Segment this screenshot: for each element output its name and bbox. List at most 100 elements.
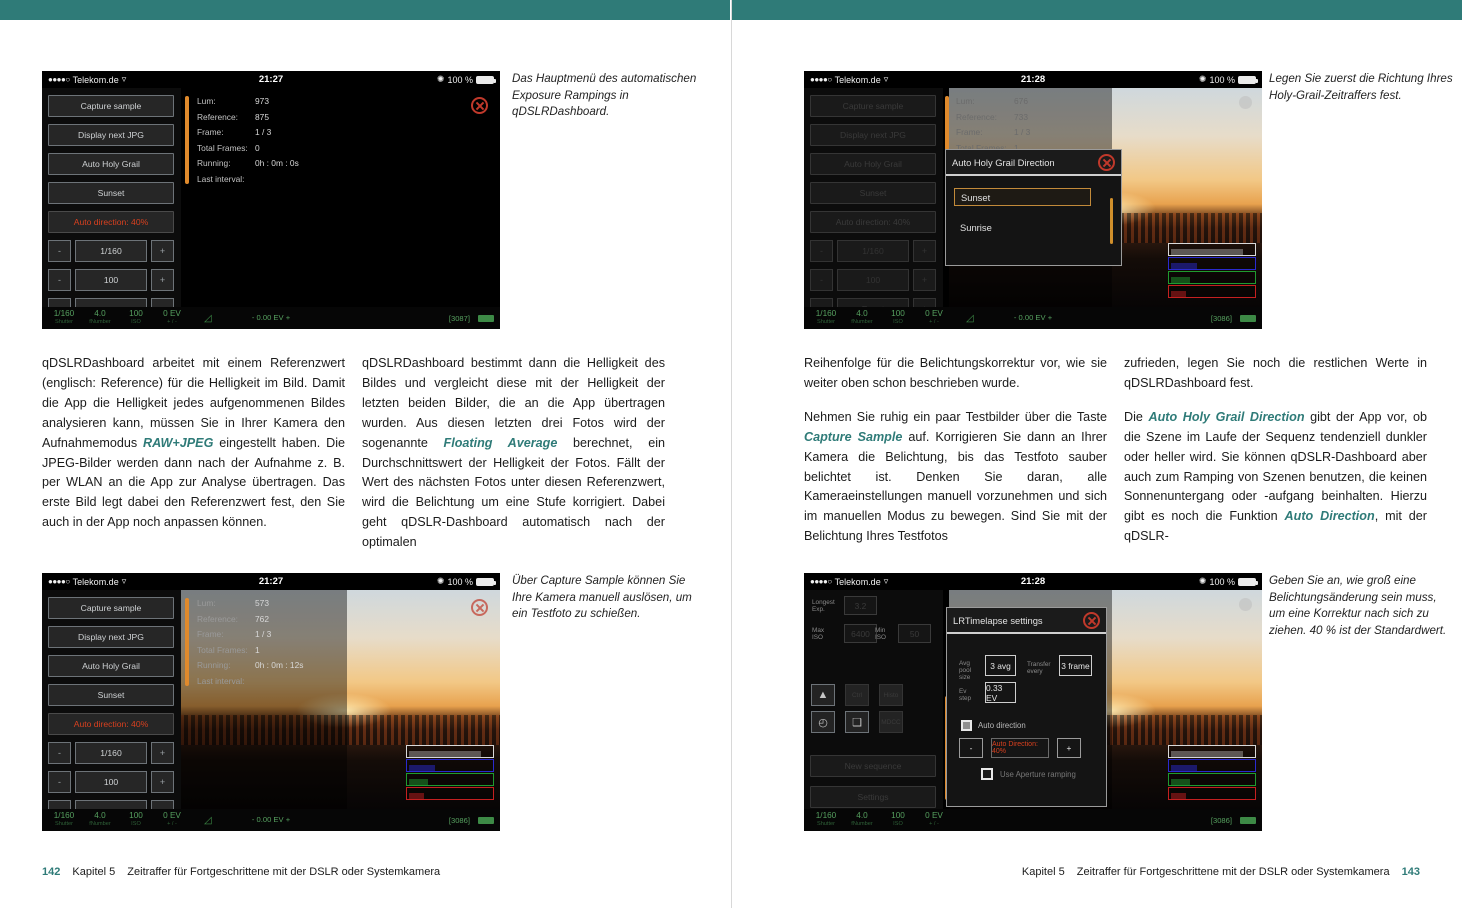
ctrl-icon[interactable]: Ctrl — [845, 684, 869, 706]
auto-holy-grail-button[interactable]: Auto Holy Grail — [810, 153, 936, 175]
page-number: 142 — [42, 866, 61, 878]
body-column-right-2: zufrieden, legen Sie noch die restlichen… — [1124, 354, 1427, 547]
aperture-ramping-checkbox[interactable] — [981, 768, 993, 780]
iso-value[interactable]: 100 — [75, 771, 147, 793]
dialog-body: Sunset Sunrise — [946, 188, 1121, 276]
display-next-jpg-button[interactable]: Display next JPG — [48, 626, 174, 648]
auto-holy-grail-button[interactable]: Auto Holy Grail — [48, 153, 174, 175]
capture-sample-button[interactable]: Capture sample — [48, 597, 174, 619]
copy-icon[interactable]: ❑ — [845, 711, 869, 733]
direction-minus-button[interactable]: - — [959, 738, 983, 758]
iso-minus-button[interactable]: - — [810, 269, 833, 291]
option-sunrise[interactable]: Sunrise — [954, 218, 1113, 236]
cam-ev: 0 EV + / - — [154, 309, 190, 327]
phone-status-bar: ●●●●○ Telekom.de ▿ 21:27 ✺ 100 % — [42, 573, 500, 590]
option-sunset[interactable]: Sunset — [954, 188, 1091, 206]
top-accent-band — [0, 0, 730, 20]
page-right: ●●●●○ Telekom.de ▿ 21:28 ✺ 100 % Capture… — [731, 0, 1462, 908]
iso-value[interactable]: 100 — [75, 269, 147, 291]
cam-iso: 100 ISO — [118, 811, 154, 829]
readout-value: 973 — [255, 96, 269, 106]
close-icon[interactable] — [1098, 154, 1115, 171]
direction-value[interactable]: Auto Direction: 40% — [991, 738, 1049, 758]
close-icon[interactable] — [471, 599, 488, 616]
dialog-scrollbar[interactable] — [1110, 198, 1113, 244]
lrtimelapse-settings-dialog: LRTimelapse settings Avg pool size 3 avg… — [946, 607, 1107, 807]
mdcc-icon[interactable]: MDCC — [879, 711, 903, 733]
histogram-luminance — [406, 745, 494, 758]
auto-direction-button[interactable]: Auto direction: 40% — [48, 713, 174, 735]
auto-direction-button[interactable]: Auto direction: 40% — [810, 211, 936, 233]
control-panel: Capture sample Display next JPG Auto Hol… — [42, 590, 181, 831]
sunset-button[interactable]: Sunset — [48, 182, 174, 204]
max-iso-field[interactable]: 6400 — [844, 624, 877, 643]
ev-plus[interactable]: + — [286, 313, 290, 322]
iso-plus-button[interactable]: + — [151, 771, 174, 793]
iso-minus-button[interactable]: - — [48, 269, 71, 291]
camera-icon[interactable]: ◿ — [204, 313, 212, 324]
ev-compensation[interactable]: - 0.00 EV + — [1014, 314, 1052, 322]
shutter-value[interactable]: 1/160 — [75, 240, 147, 262]
cam-fnumber-value: 4.0 — [94, 811, 106, 820]
ev-step-field[interactable]: 0.33 EV — [985, 682, 1016, 703]
camera-icon[interactable]: ◿ — [204, 815, 212, 826]
new-sequence-button[interactable]: New sequence — [810, 755, 936, 777]
ev-compensation[interactable]: - 0.00 EV + — [252, 816, 290, 824]
cam-iso-value: 100 — [129, 309, 143, 318]
histogram-red — [1168, 285, 1256, 298]
iso-value[interactable]: 100 — [837, 269, 909, 291]
camera-icon[interactable]: ◿ — [966, 313, 974, 324]
display-next-jpg-button[interactable]: Display next JPG — [48, 124, 174, 146]
auto-direction-button[interactable]: Auto direction: 40% — [48, 211, 174, 233]
ev-minus[interactable]: - — [1014, 313, 1017, 322]
phone-status-bar: ●●●●○ Telekom.de ▿ 21:28 ✺ 100 % — [804, 71, 1262, 88]
exposure-scroll-bar[interactable] — [185, 598, 189, 686]
settings-button[interactable]: Settings — [810, 786, 936, 808]
shutter-minus-button[interactable]: - — [48, 240, 71, 262]
ev-plus[interactable]: + — [1048, 313, 1052, 322]
timer-icon[interactable]: ◴ — [811, 711, 835, 733]
capture-sample-button[interactable]: Capture sample — [810, 95, 936, 117]
readout-row: Lum: 676 — [956, 96, 1030, 106]
iso-plus-button[interactable]: + — [913, 269, 936, 291]
readout-row: Running: 0h : 0m : 0s — [197, 158, 299, 168]
sunset-button[interactable]: Sunset — [48, 684, 174, 706]
direction-plus-button[interactable]: + — [1057, 738, 1081, 758]
auto-holy-grail-button[interactable]: Auto Holy Grail — [48, 655, 174, 677]
cam-ev-label: + / - — [929, 821, 939, 827]
shutter-value[interactable]: 1/160 — [75, 742, 147, 764]
transfer-every-field[interactable]: 3 frame — [1059, 655, 1092, 676]
close-icon[interactable] — [471, 97, 488, 114]
readout-value: 1 / 3 — [1014, 127, 1031, 138]
iso-plus-button[interactable]: + — [151, 269, 174, 291]
histogram-red — [1168, 787, 1256, 800]
longest-exp-field[interactable]: 3.2 — [844, 596, 877, 615]
ev-minus[interactable]: - — [252, 313, 255, 322]
ev-plus[interactable]: + — [286, 815, 290, 824]
exposure-scroll-bar[interactable] — [185, 96, 189, 184]
paragraph: qDSLRDashboard arbeitet mit einem Refere… — [42, 354, 345, 533]
max-iso-label: Max ISO — [812, 627, 825, 641]
shutter-plus-button[interactable]: + — [913, 240, 936, 262]
capture-sample-button[interactable]: Capture sample — [48, 95, 174, 117]
shutter-value[interactable]: 1/160 — [837, 240, 909, 262]
min-iso-field[interactable]: 50 — [898, 624, 931, 643]
shutter-plus-button[interactable]: + — [151, 240, 174, 262]
display-next-jpg-button[interactable]: Display next JPG — [810, 124, 936, 146]
close-icon[interactable] — [1083, 612, 1100, 629]
histogram-red — [406, 787, 494, 800]
bluetooth-icon: ✺ — [436, 576, 445, 586]
histogram-icon[interactable]: ▲ — [811, 684, 835, 706]
avg-pool-size-field[interactable]: 3 avg — [985, 655, 1016, 676]
shutter-plus-button[interactable]: + — [151, 742, 174, 764]
sunset-button[interactable]: Sunset — [810, 182, 936, 204]
histo-icon[interactable]: Histo — [879, 684, 903, 706]
shutter-minus-button[interactable]: - — [810, 240, 833, 262]
ev-minus[interactable]: - — [252, 815, 255, 824]
iso-minus-button[interactable]: - — [48, 771, 71, 793]
readout-value: 875 — [255, 111, 269, 122]
shutter-minus-button[interactable]: - — [48, 742, 71, 764]
ev-compensation[interactable]: - 0.00 EV + — [252, 314, 290, 322]
camera-status-strip: 1/160 Shutter 4.0 fNumber 100 ISO 0 EV +… — [804, 307, 1262, 329]
auto-direction-checkbox[interactable] — [961, 720, 972, 731]
